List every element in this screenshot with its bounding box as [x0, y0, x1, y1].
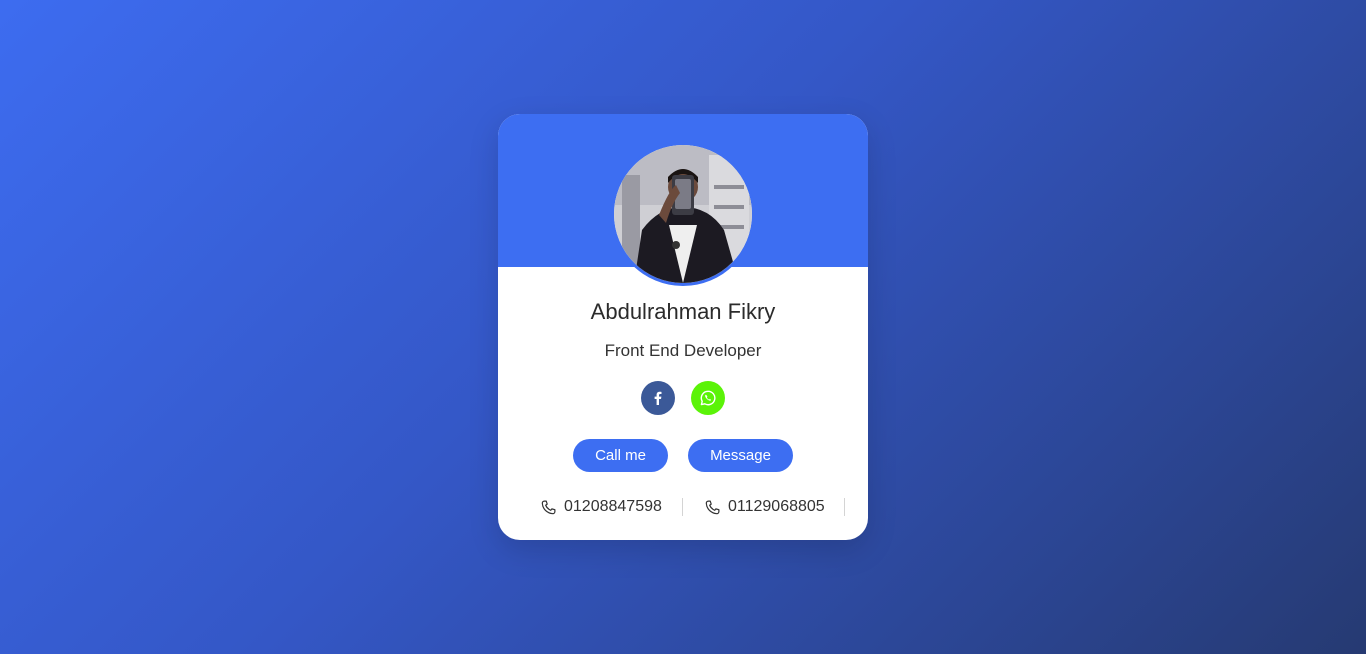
facebook-link[interactable]	[641, 381, 675, 415]
divider	[844, 498, 845, 516]
phone-number-text: 01208847598	[564, 498, 662, 515]
facebook-icon	[654, 391, 662, 405]
phone-list: 01208847598 01129068805	[498, 496, 868, 518]
whatsapp-link[interactable]	[691, 381, 725, 415]
whatsapp-icon	[700, 390, 716, 406]
message-button[interactable]: Message	[688, 439, 793, 472]
phone-number-2[interactable]: 01129068805	[705, 496, 825, 518]
profile-role: Front End Developer	[604, 341, 762, 360]
avatar-ring	[611, 142, 755, 286]
phone-icon	[705, 500, 720, 514]
social-links	[641, 381, 731, 415]
call-me-button[interactable]: Call me	[573, 439, 668, 472]
phone-number-1[interactable]: 01208847598	[541, 496, 662, 518]
divider	[682, 498, 683, 516]
avatar	[614, 145, 752, 283]
profile-card: Abdulrahman Fikry Front End Developer Ca…	[498, 114, 868, 540]
phone-number-text: 01129068805	[728, 498, 825, 515]
phone-icon	[541, 500, 556, 514]
profile-name: Abdulrahman Fikry	[590, 299, 776, 324]
